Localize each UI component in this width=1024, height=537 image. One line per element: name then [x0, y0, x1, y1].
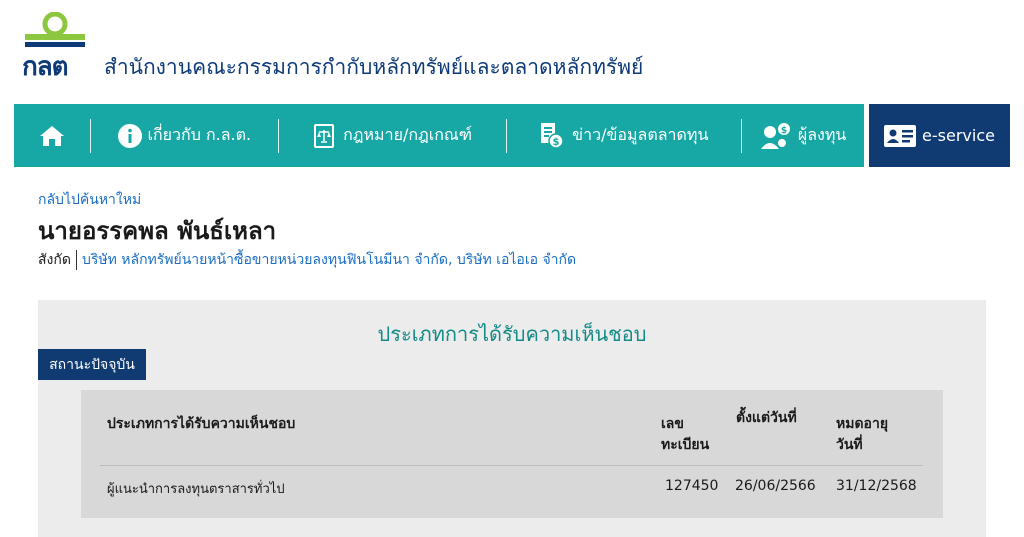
- id-card-icon: [884, 124, 917, 147]
- organization-name: สำนักงานคณะกรรมการกำกับหลักทรัพย์และตลาด…: [104, 55, 644, 79]
- nav-item-about[interactable]: เกี่ยวกับ ก.ล.ต.: [91, 104, 278, 167]
- approval-panel: ประเภทการได้รับความเห็นชอบ สถานะปัจจุบัน…: [38, 300, 986, 537]
- nav-item-investor[interactable]: $ ผู้ลงทุน: [742, 104, 864, 167]
- main-nav: เกี่ยวกับ ก.ล.ต. กฎหมาย/กฎเกณฑ์ $ ข่าว/ข…: [14, 104, 864, 167]
- nav-item-news[interactable]: $ ข่าว/ข้อมูลตลาดทุน: [507, 104, 741, 167]
- eservice-label: e-service: [922, 126, 995, 145]
- svg-text:$: $: [553, 137, 560, 148]
- cell-expiry: 31/12/2568: [836, 478, 917, 494]
- svg-text:$: $: [781, 126, 787, 136]
- column-header-expiry-line2: วันที่: [836, 437, 863, 453]
- cell-from-date: 26/06/2566: [735, 478, 816, 494]
- site-header: กลต สำนักงานคณะกรรมการกำกับหลักทรัพย์และ…: [0, 0, 1024, 100]
- nav-item-law[interactable]: กฎหมาย/กฎเกณฑ์: [279, 104, 507, 167]
- news-money-icon: $: [541, 122, 564, 149]
- approval-title: ประเภทการได้รับความเห็นชอบ: [377, 322, 647, 346]
- logo-wordmark: กลต: [22, 52, 69, 82]
- row-divider: [100, 465, 923, 466]
- home-icon: [39, 125, 64, 146]
- nav-home[interactable]: [14, 104, 90, 167]
- info-icon: [117, 123, 142, 148]
- back-to-search-link[interactable]: กลับไปค้นหาใหม่: [38, 189, 141, 211]
- column-header-reg-no: เลข ทะเบียน: [661, 414, 721, 456]
- column-header-expiry: หมดอายุ วันที่: [836, 414, 916, 456]
- cell-reg-no: 127450: [665, 478, 719, 494]
- approval-table: ประเภทการได้รับความเห็นชอบ เลข ทะเบียน ต…: [81, 390, 943, 518]
- eservice-button[interactable]: e-service: [869, 104, 1010, 167]
- affiliation-label: สังกัด: [38, 250, 77, 270]
- affiliation: สังกัด บริษัท หลักทรัพย์นายหน้าซื้อขายหน…: [38, 250, 576, 270]
- column-header-reg-no-line1: เลข: [661, 416, 684, 432]
- investor-icon: $: [760, 122, 790, 149]
- column-header-reg-no-line2: ทะเบียน: [661, 437, 710, 453]
- column-header-type: ประเภทการได้รับความเห็นชอบ: [107, 416, 296, 432]
- nav-label: ผู้ลงทุน: [797, 125, 847, 144]
- column-header-from-date: ตั้งแต่วันที่: [736, 410, 797, 426]
- column-header-expiry-line1: หมดอายุ: [836, 416, 889, 432]
- nav-label: ข่าว/ข้อมูลตลาดทุน: [572, 125, 709, 144]
- law-book-icon: [314, 123, 335, 148]
- nav-label: เกี่ยวกับ ก.ล.ต.: [147, 125, 252, 144]
- tab-current-status[interactable]: สถานะปัจจุบัน: [38, 349, 146, 380]
- affiliation-value[interactable]: บริษัท หลักทรัพย์นายหน้าซื้อขายหน่วยลงทุ…: [77, 250, 576, 270]
- nav-label: กฎหมาย/กฎเกณฑ์: [343, 125, 473, 144]
- cell-type: ผู้แนะนำการลงทุนตราสารทั่วไป: [107, 482, 285, 497]
- person-name: นายอรรคพล พันธ์เหลา: [38, 217, 277, 245]
